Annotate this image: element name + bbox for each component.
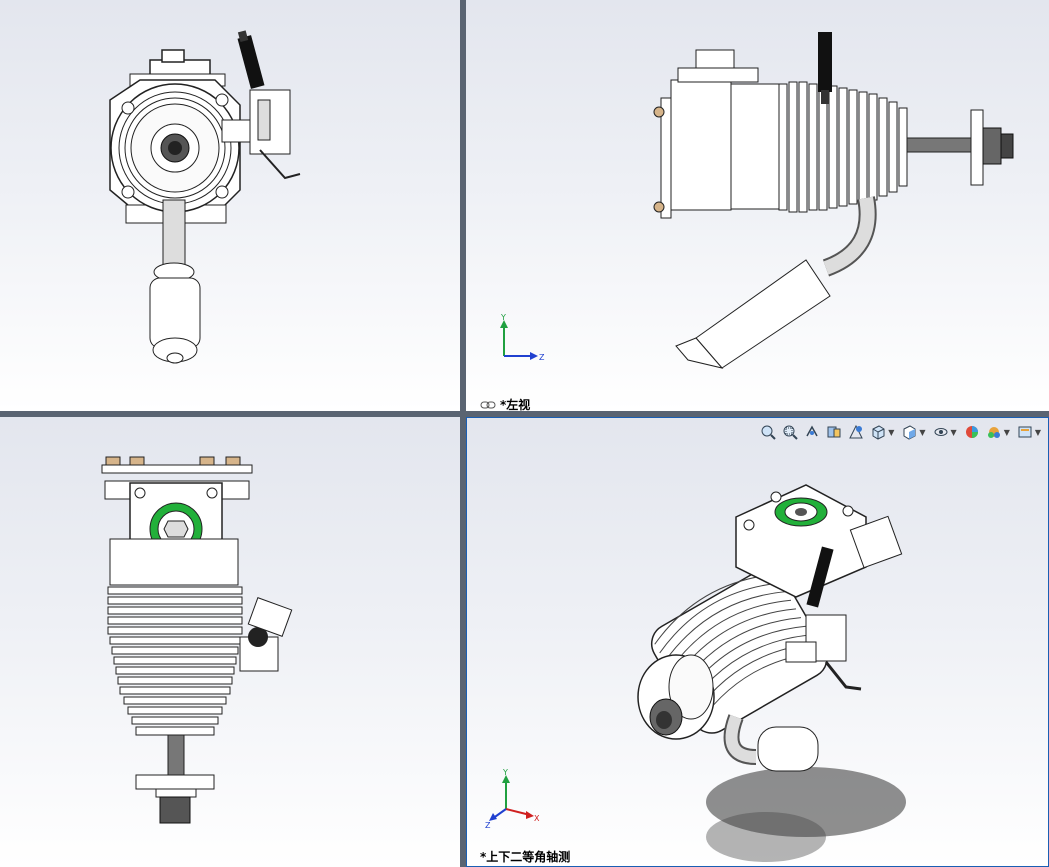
view-orientation-label: *上下二等角轴测 bbox=[480, 850, 571, 864]
view-orientation-label: *左视 bbox=[480, 396, 530, 411]
link-views-icon[interactable] bbox=[480, 399, 496, 412]
axis-triad: Y X Z bbox=[485, 769, 540, 829]
viewport-splitter-vertical[interactable] bbox=[460, 0, 466, 867]
viewport-isometric[interactable]: ▼ ▼ ▼ ▼ ▼ Y X Z *上下二等角轴测 bbox=[466, 417, 1049, 867]
axis-y-label: Y bbox=[500, 313, 506, 322]
axis-z-label: Z bbox=[539, 353, 545, 362]
axis-x-label: X bbox=[534, 814, 540, 823]
engine-side-view[interactable] bbox=[466, 0, 1049, 411]
viewport-front[interactable] bbox=[0, 0, 460, 411]
axis-y-label: Y bbox=[502, 769, 508, 777]
axis-triad: Y Z bbox=[500, 313, 545, 362]
viewport-left-view[interactable]: Y Z *左视 bbox=[466, 0, 1049, 411]
engine-top-view[interactable] bbox=[0, 417, 460, 867]
engine-isometric-view[interactable] bbox=[466, 417, 1049, 867]
view-name: *左视 bbox=[500, 398, 531, 411]
viewport-top-view[interactable] bbox=[0, 417, 460, 867]
engine-front-view[interactable] bbox=[0, 0, 460, 411]
axis-z-label: Z bbox=[485, 821, 491, 829]
viewport-splitter-horizontal[interactable] bbox=[0, 411, 1049, 417]
